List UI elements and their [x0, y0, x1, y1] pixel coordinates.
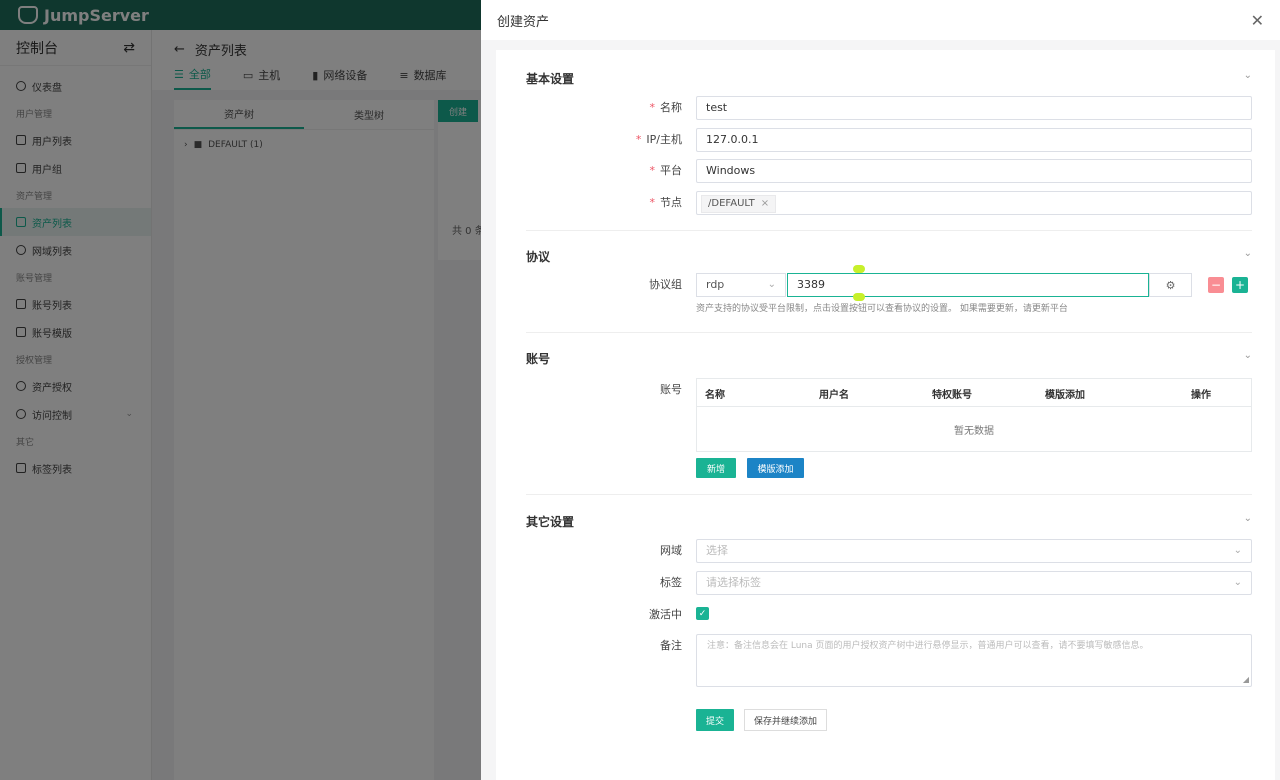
name-label: * 名称	[650, 96, 683, 120]
chevron-down-icon: ⌄	[1233, 545, 1242, 556]
required-mark: *	[649, 196, 656, 209]
comment-textarea[interactable]: 注意：备注信息会在 Luna 页面的用户授权资产树中进行悬停显示，普通用户可以查…	[696, 634, 1252, 687]
protocol-value: rdp	[706, 278, 725, 291]
cursor-marker	[853, 293, 865, 301]
account-table: 名称 用户名 特权账号 模版添加 操作 暂无数据	[696, 378, 1252, 452]
remove-protocol-button[interactable]: −	[1208, 277, 1224, 293]
add-protocol-button[interactable]: +	[1232, 277, 1248, 293]
name-input[interactable]: test	[696, 96, 1252, 120]
divider	[526, 332, 1252, 333]
create-asset-drawer: 创建资产 ✕ 基本设置 ⌄ * 名称 test * IP/主机 127.0.0.1 …	[481, 0, 1280, 780]
domain-label: 网域	[660, 544, 682, 557]
comment-placeholder: 注意：备注信息会在 Luna 页面的用户授权资产树中进行悬停显示，普通用户可以查…	[707, 641, 1149, 651]
field-node: * 节点 /DEFAULT ×	[526, 191, 1252, 215]
node-tag: /DEFAULT ×	[701, 193, 777, 215]
labels-select[interactable]: 请选择标签 ⌄	[696, 571, 1252, 595]
account-label: 账号	[660, 383, 682, 396]
divider	[526, 494, 1252, 495]
required-mark: *	[649, 101, 656, 114]
submit-button[interactable]: 提交	[696, 709, 734, 731]
tag-close-icon[interactable]: ×	[761, 193, 769, 215]
add-account-button[interactable]: 新增	[696, 458, 736, 478]
account-table-header: 名称 用户名 特权账号 模版添加 操作	[697, 379, 1251, 407]
field-labels: 标签 请选择标签 ⌄	[526, 571, 1252, 595]
empty-text: 暂无数据	[954, 425, 994, 437]
drawer-title: 创建资产	[497, 14, 550, 30]
label-text: 平台	[660, 164, 682, 177]
gear-icon: ⚙	[1165, 278, 1176, 292]
protocol-group-label: 协议组	[649, 278, 682, 291]
cursor-marker	[853, 265, 865, 273]
chevron-down-icon[interactable]: ⌄	[1244, 70, 1252, 81]
col-privileged: 特权账号	[932, 390, 972, 401]
close-icon[interactable]: ✕	[1251, 11, 1264, 30]
divider	[526, 230, 1252, 231]
chevron-down-icon[interactable]: ⌄	[1244, 513, 1252, 524]
field-ip: * IP/主机 127.0.0.1	[526, 128, 1252, 152]
port-input[interactable]: 3389	[787, 273, 1149, 297]
label-text: IP/主机	[646, 133, 682, 146]
field-domain: 网域 选择 ⌄	[526, 539, 1252, 563]
node-tag-label: /DEFAULT	[708, 198, 755, 209]
ip-label: * IP/主机	[636, 128, 682, 152]
col-username: 用户名	[819, 390, 849, 401]
chevron-down-icon[interactable]: ⌄	[1244, 350, 1252, 361]
platform-input[interactable]: Windows	[696, 159, 1252, 183]
node-select[interactable]: /DEFAULT ×	[696, 191, 1252, 215]
protocol-select[interactable]: rdp ⌄	[696, 273, 786, 297]
domain-select[interactable]: 选择 ⌄	[696, 539, 1252, 563]
ip-input[interactable]: 127.0.0.1	[696, 128, 1252, 152]
chevron-down-icon: ⌄	[767, 279, 776, 290]
section-title-account: 账号	[526, 352, 551, 366]
platform-label: * 平台	[650, 159, 683, 183]
asset-form: 基本设置 ⌄ * 名称 test * IP/主机 127.0.0.1 * 平台 Win…	[496, 50, 1275, 780]
domain-placeholder: 选择	[706, 544, 728, 557]
template-add-button[interactable]: 模版添加	[747, 458, 804, 478]
field-name: * 名称 test	[526, 96, 1252, 120]
field-platform: * 平台 Windows	[526, 159, 1252, 183]
section-title-other: 其它设置	[526, 515, 575, 529]
labels-placeholder: 请选择标签	[706, 576, 761, 589]
protocol-settings-button[interactable]: ⚙	[1149, 273, 1192, 297]
active-checkbox[interactable]: ✓	[696, 607, 709, 620]
chevron-down-icon: ⌄	[1233, 577, 1242, 588]
labels-label: 标签	[660, 576, 682, 589]
required-mark: *	[635, 133, 642, 146]
label-text: 节点	[660, 196, 682, 209]
col-template: 模版添加	[1045, 390, 1085, 401]
comment-label: 备注	[660, 639, 682, 652]
field-comment: 备注 注意：备注信息会在 Luna 页面的用户授权资产树中进行悬停显示，普通用户…	[526, 634, 1252, 687]
required-mark: *	[649, 164, 656, 177]
field-active: 激活中 ✓	[526, 603, 1252, 627]
check-icon: ✓	[698, 608, 707, 619]
protocol-hint: 资产支持的协议受平台限制，点击设置按钮可以查看协议的设置。 如果需要更新，请更新…	[696, 304, 1068, 314]
col-name: 名称	[705, 390, 725, 401]
section-title-basic: 基本设置	[526, 72, 575, 86]
section-title-protocol: 协议	[526, 250, 551, 264]
label-text: 名称	[660, 101, 682, 114]
save-and-continue-button[interactable]: 保存并继续添加	[744, 709, 827, 731]
drawer-header: 创建资产 ✕	[481, 0, 1280, 40]
field-protocol-group: 协议组 rdp ⌄ 3389 ⚙ − + 资产支持的协议受平台限制，点击设置按钮…	[526, 265, 1252, 314]
node-label: * 节点	[650, 191, 683, 215]
active-label: 激活中	[649, 608, 682, 621]
col-actions: 操作	[1191, 390, 1211, 401]
chevron-down-icon[interactable]: ⌄	[1244, 248, 1252, 259]
resize-grip-icon[interactable]: ◢	[1243, 675, 1249, 685]
